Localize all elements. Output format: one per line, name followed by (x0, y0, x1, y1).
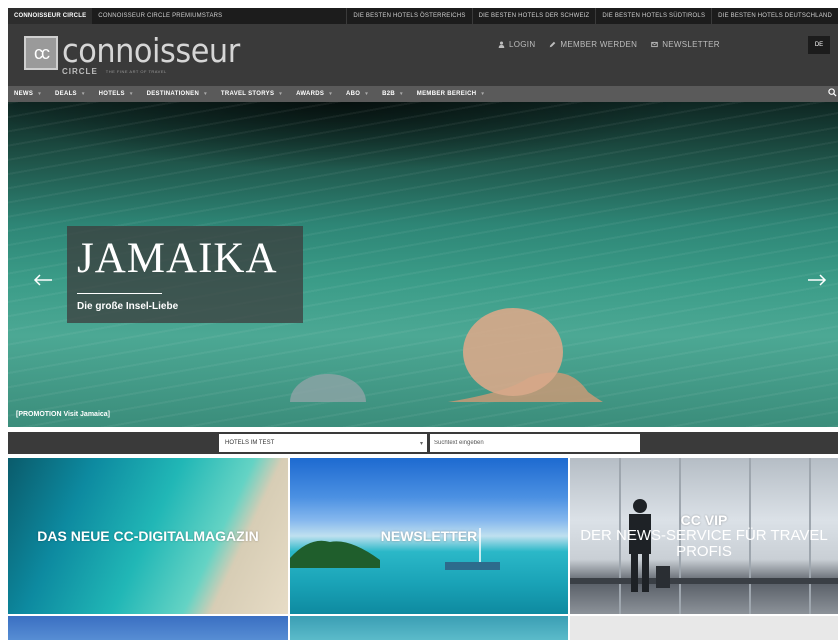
login-link[interactable]: Login (498, 40, 535, 49)
hero-title: JAMAIKA (77, 235, 278, 282)
nav-item-hotels[interactable]: Hotels (99, 91, 133, 97)
topbar-link-hotels-suedtirol[interactable]: Die besten Hotels Südtirols (595, 8, 711, 24)
nav-item-awards[interactable]: Awards (296, 91, 332, 97)
hero-divider (77, 293, 162, 294)
tile-newsletter-label: Newsletter (380, 528, 478, 544)
hero-slider[interactable]: JAMAIKA Die große Insel-Liebe [PROMOTION… (8, 102, 838, 427)
nav-item-b2b[interactable]: B2B (382, 91, 403, 97)
mail-icon (651, 41, 658, 48)
category-select-value: Hotels im Test (225, 440, 275, 446)
nav-item-abo[interactable]: Abo (346, 91, 368, 97)
topbar-link-connoisseur-circle[interactable]: Connoisseur Circle (8, 8, 93, 24)
nav-item-destinationen[interactable]: Destinationen (147, 91, 207, 97)
tile-digitalmagazin-label: Das neue CC-Digitalmagazin (37, 528, 259, 544)
nav-item-deals[interactable]: Deals (55, 91, 85, 97)
tile-cc-vip[interactable]: CC VIP Der News-Service für Travel Profi… (570, 458, 838, 614)
nav-item-news[interactable]: News (14, 91, 41, 97)
arrow-left-icon[interactable] (28, 268, 58, 292)
nav-item-member-bereich[interactable]: Member Bereich (417, 91, 484, 97)
site-header: cc connoisseur CIRCLE THE FINE ART OF TR… (8, 24, 838, 86)
arrow-right-icon[interactable] (802, 268, 832, 292)
topbar-link-premiumstars[interactable]: Connoisseur Circle Premiumstars (92, 8, 228, 24)
newsletter-link[interactable]: Newsletter (651, 40, 720, 49)
tile-cc-vip-subtitle: Der News-Service für Travel Profis (580, 527, 828, 560)
tile-newsletter[interactable]: Newsletter (290, 458, 568, 614)
nav-item-travel-storys[interactable]: Travel Storys (221, 91, 282, 97)
topbar-link-hotels-deutschland[interactable]: Die besten Hotels Deutschland (711, 8, 838, 24)
login-label: Login (509, 40, 536, 49)
pen-icon (549, 41, 556, 48)
member-link[interactable]: Member werden (549, 40, 637, 49)
tile-digitalmagazin[interactable]: Das neue CC-Digitalmagazin (8, 458, 288, 614)
search-input[interactable] (430, 434, 640, 452)
category-select[interactable]: Hotels im Test ▾ (219, 434, 427, 452)
header-links: Login Member werden Newsletter (498, 40, 720, 49)
member-label: Member werden (560, 40, 638, 49)
topbar-link-hotels-schweiz[interactable]: Die besten Hotels der Schweiz (471, 8, 596, 24)
top-bar: Connoisseur Circle Connoisseur Circle Pr… (8, 8, 838, 24)
hero-subtitle: Die große Insel-Liebe (77, 301, 179, 312)
chevron-down-icon: ▾ (419, 440, 423, 447)
tile-row2-2[interactable] (290, 616, 568, 640)
user-icon (498, 41, 505, 48)
hero-caption[interactable]: JAMAIKA Die große Insel-Liebe (67, 226, 303, 323)
topbar-link-hotels-oesterreich[interactable]: Die besten Hotels Österreichs (346, 8, 471, 24)
main-nav: News Deals Hotels Destinationen Travel S… (8, 86, 838, 102)
site-logo[interactable]: cc connoisseur CIRCLE THE FINE ART OF TR… (24, 31, 255, 76)
newsletter-label: Newsletter (662, 40, 720, 49)
logo-mark: cc (24, 36, 58, 70)
tile-row2-3[interactable] (570, 616, 838, 640)
promo-label: [PROMOTION Visit Jamaica] (16, 411, 111, 418)
language-switcher[interactable]: DE (808, 36, 830, 54)
hotel-search-bar: Hotels im Test ▾ (8, 432, 838, 454)
tile-cc-vip-title: CC VIP (680, 512, 728, 528)
tile-row2-1[interactable] (8, 616, 288, 640)
search-icon[interactable] (828, 88, 838, 100)
logo-wordmark: connoisseur (62, 31, 240, 70)
